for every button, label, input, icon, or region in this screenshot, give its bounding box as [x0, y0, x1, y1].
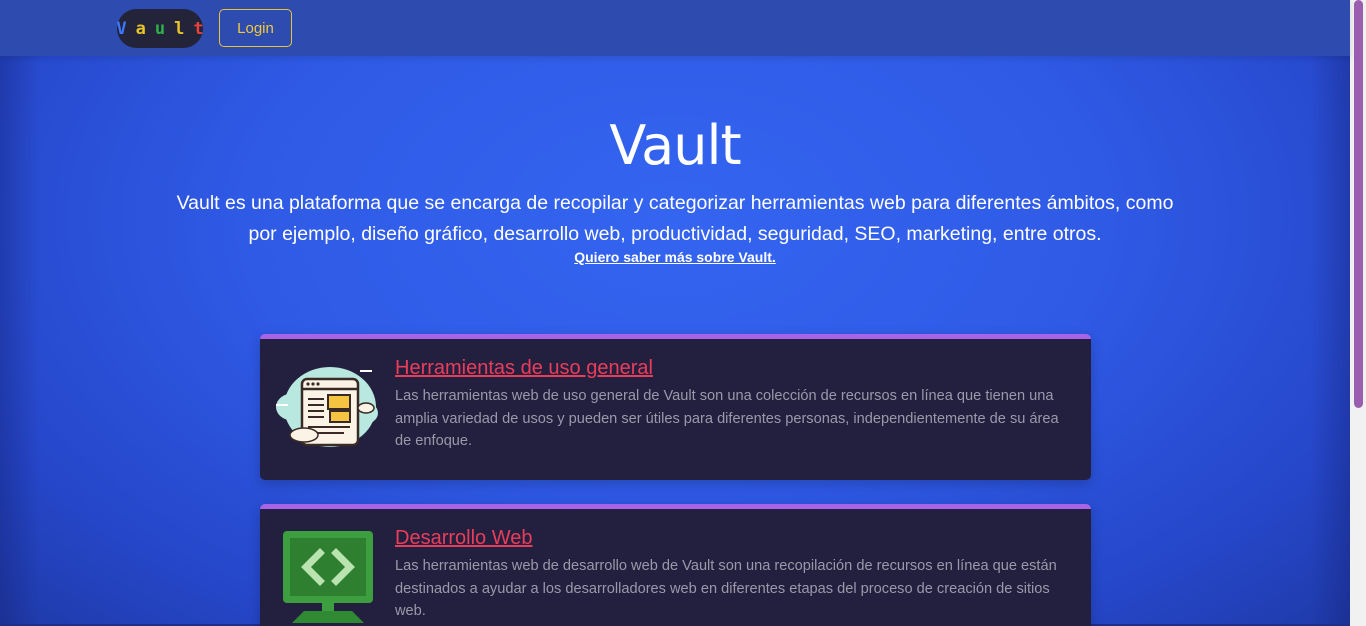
logo-letter: l: [174, 18, 185, 39]
web-browser-cloud-icon: [274, 361, 380, 453]
logo-letter: V: [116, 18, 127, 39]
category-card-web-dev[interactable]: Desarrollo Web Las herramientas web de d…: [260, 504, 1091, 626]
hero-description: Vault es una plataforma que se encarga d…: [176, 192, 1174, 245]
scrollbar-thumb[interactable]: [1354, 0, 1363, 408]
card-title-link[interactable]: Desarrollo Web: [395, 527, 532, 550]
category-card-general[interactable]: Herramientas de uso general Las herramie…: [260, 334, 1091, 480]
card-description: Las herramientas web de desarrollo web d…: [395, 558, 1057, 619]
card-description: Las herramientas web de uso general de V…: [395, 388, 1059, 449]
vertical-scrollbar[interactable]: [1350, 0, 1366, 626]
code-monitor-icon: [274, 531, 380, 623]
card-title-link[interactable]: Herramientas de uso general: [395, 357, 653, 380]
page-title: Vault: [609, 114, 741, 177]
navbar: V a u l t Login: [0, 0, 1350, 56]
logo-letter: a: [135, 18, 146, 39]
logo-letter: t: [193, 18, 204, 39]
hero-link-container: Quiero saber más sobre Vault.: [0, 249, 1350, 267]
logo-letter: u: [154, 18, 166, 39]
login-button[interactable]: Login: [219, 9, 292, 47]
vault-logo[interactable]: V a u l t: [116, 9, 204, 48]
learn-more-link[interactable]: Quiero saber más sobre Vault.: [574, 249, 776, 265]
